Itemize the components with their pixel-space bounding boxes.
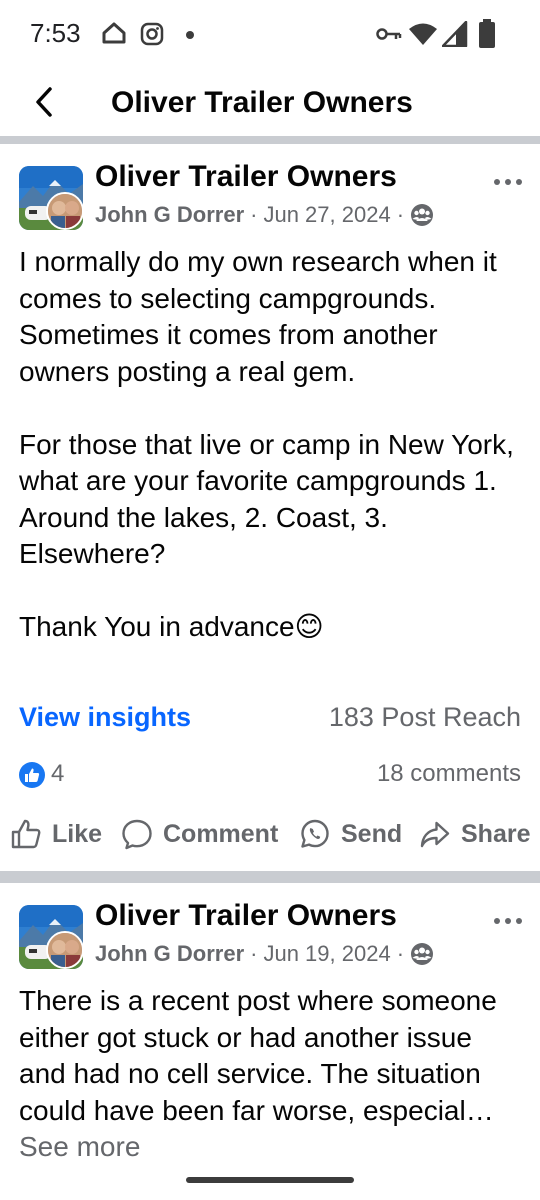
like-label: Like [52, 819, 103, 848]
post-text: There is a recent post where someone eit… [19, 983, 524, 1166]
comment-count[interactable]: 18 comments [377, 760, 521, 788]
comment-label: Comment [163, 819, 279, 848]
notification-dot [186, 31, 194, 39]
app-header: Oliver Trailer Owners [0, 68, 540, 136]
page-title: Oliver Trailer Owners [111, 86, 413, 119]
see-more-link[interactable]: See more [19, 1131, 140, 1162]
signal-icon [442, 21, 468, 47]
post-actions: Like Comment Send Share [0, 812, 540, 856]
comment-button[interactable]: Comment [121, 812, 278, 856]
group-members-icon [411, 943, 434, 965]
back-button[interactable] [24, 82, 64, 122]
wifi-icon [409, 23, 437, 45]
post-paragraph: There is a recent post where someone eit… [19, 985, 497, 1126]
author-avatar[interactable] [46, 192, 84, 230]
send-button[interactable]: Send [299, 812, 402, 856]
header-divider [0, 136, 540, 144]
vpn-key-icon [376, 28, 402, 40]
more-horizontal-icon [494, 918, 522, 924]
send-label: Send [341, 819, 403, 848]
post-divider [0, 871, 540, 883]
group-name[interactable]: Oliver Trailer Owners [95, 160, 397, 194]
insights-row: View insights 183 Post Reach [19, 702, 521, 738]
more-horizontal-icon [494, 179, 522, 185]
view-insights-link[interactable]: View insights [19, 702, 191, 733]
post-date[interactable]: Jun 27, 2024 [263, 202, 390, 228]
meta-separator: · [250, 941, 258, 966]
status-bar: 7:53 [0, 0, 540, 68]
whatsapp-icon [301, 819, 329, 848]
post-meta: John G Dorrer · Jun 27, 2024 · [95, 202, 434, 228]
post-card: Oliver Trailer Owners John G Dorrer · Ju… [0, 899, 540, 1175]
instagram-icon [140, 22, 164, 46]
post-paragraph: Thank You in advance😊 [19, 611, 324, 642]
meta-separator: · [396, 202, 405, 227]
comment-icon [122, 819, 152, 850]
status-time: 7:53 [30, 18, 81, 48]
meta-separator: · [396, 941, 405, 966]
author-name[interactable]: John G Dorrer [95, 941, 244, 967]
share-label: Share [461, 819, 531, 848]
more-options-button[interactable] [492, 913, 524, 929]
chevron-left-icon [36, 87, 52, 117]
group-members-icon [411, 204, 434, 226]
author-avatar[interactable] [46, 931, 84, 969]
gesture-nav-handle[interactable] [186, 1177, 354, 1183]
post-card: Oliver Trailer Owners John G Dorrer · Ju… [0, 160, 540, 866]
meta-separator: · [250, 202, 258, 227]
reactions-row[interactable]: 4 18 comments [19, 760, 521, 792]
home-icon [102, 22, 126, 44]
thumbs-up-icon [11, 819, 41, 849]
like-reaction-icon [19, 762, 45, 788]
like-button[interactable]: Like [10, 812, 102, 856]
post-reach: 183 Post Reach [328, 702, 521, 732]
post-paragraph: For those that live or camp in New York,… [19, 428, 514, 570]
post-paragraph: I normally do my own research when it co… [19, 246, 497, 387]
share-icon [420, 821, 450, 848]
author-name[interactable]: John G Dorrer [95, 202, 244, 228]
post-date[interactable]: Jun 19, 2024 [263, 941, 390, 967]
share-button[interactable]: Share [419, 812, 530, 856]
post-text: I normally do my own research when it co… [19, 244, 524, 646]
like-count: 4 [51, 760, 65, 787]
battery-icon [479, 19, 495, 48]
group-name[interactable]: Oliver Trailer Owners [95, 899, 397, 933]
post-meta: John G Dorrer · Jun 19, 2024 · [95, 941, 434, 967]
more-options-button[interactable] [492, 174, 524, 190]
